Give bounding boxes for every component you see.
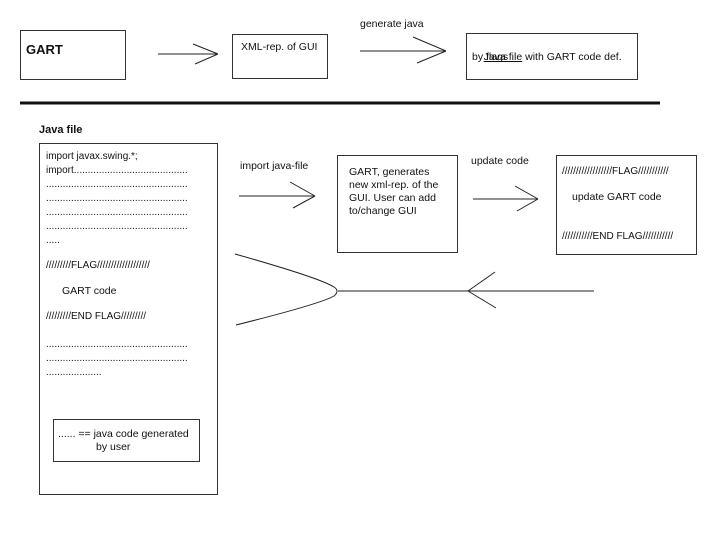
xml-rep-label: XML-rep. of GUI (241, 41, 318, 53)
code-line-4: ........................................… (46, 193, 188, 204)
legend-box: ...... == java code generated by user (53, 419, 200, 462)
update-gart-box: //////////////////FLAG/////////// update… (556, 155, 697, 255)
java-file-title: Java file (39, 124, 83, 136)
arrow-xml-to-java (360, 36, 447, 64)
gart-label: GART (26, 42, 63, 57)
code-line-7: ..... (46, 235, 60, 246)
update-flag-start: //////////////////FLAG/////////// (562, 166, 669, 177)
code-line-6: ........................................… (46, 221, 188, 232)
generate-java-label: generate java (360, 18, 424, 30)
gart-generate-line-3: GUI. User can add (349, 192, 436, 204)
legend-line-2: by user (96, 441, 131, 453)
arrow-gart-to-xml (158, 43, 219, 65)
gart-box: GART (20, 30, 126, 80)
gart-generate-line-1: GART, generates (349, 166, 430, 178)
arrow-update-code (473, 185, 539, 212)
trailing-line-3: .................... (46, 367, 102, 378)
gart-generate-line-4: to/change GUI (349, 205, 417, 217)
update-gart-code: update GART code (572, 191, 662, 203)
trailing-line-1: ........................................… (46, 339, 188, 350)
update-code-label: update code (471, 155, 529, 167)
gart-generate-box: GART, generates new xml-rep. of the GUI.… (337, 155, 458, 253)
update-flag-end: ///////////END FLAG/////////// (562, 231, 674, 242)
code-line-3: ........................................… (46, 179, 188, 190)
arrow-import-java-file (239, 181, 316, 209)
import-java-file-label: import java-file (240, 160, 309, 172)
xml-rep-box: XML-rep. of GUI (232, 34, 328, 79)
code-line-5: ........................................… (46, 207, 188, 218)
java-file-output-line2: by flags (472, 51, 509, 63)
java-file-box: import javax.swing.*; import............… (39, 143, 218, 495)
trailing-line-2: ........................................… (46, 353, 188, 364)
gart-code-label: GART code (62, 285, 117, 297)
import-line-2: import..................................… (46, 165, 188, 176)
flag-end: /////////END FLAG///////// (46, 311, 147, 322)
java-file-output-box: Java file with GART code def. by flags (466, 33, 638, 80)
flag-start: /////////FLAG/////////////////// (46, 260, 150, 271)
gart-generate-line-2: new xml-rep. of the (349, 179, 439, 191)
merge-return-arrow (234, 253, 594, 326)
legend-line-1: ...... == java code generated (58, 428, 189, 440)
import-line-1: import javax.swing.*; (46, 151, 138, 162)
